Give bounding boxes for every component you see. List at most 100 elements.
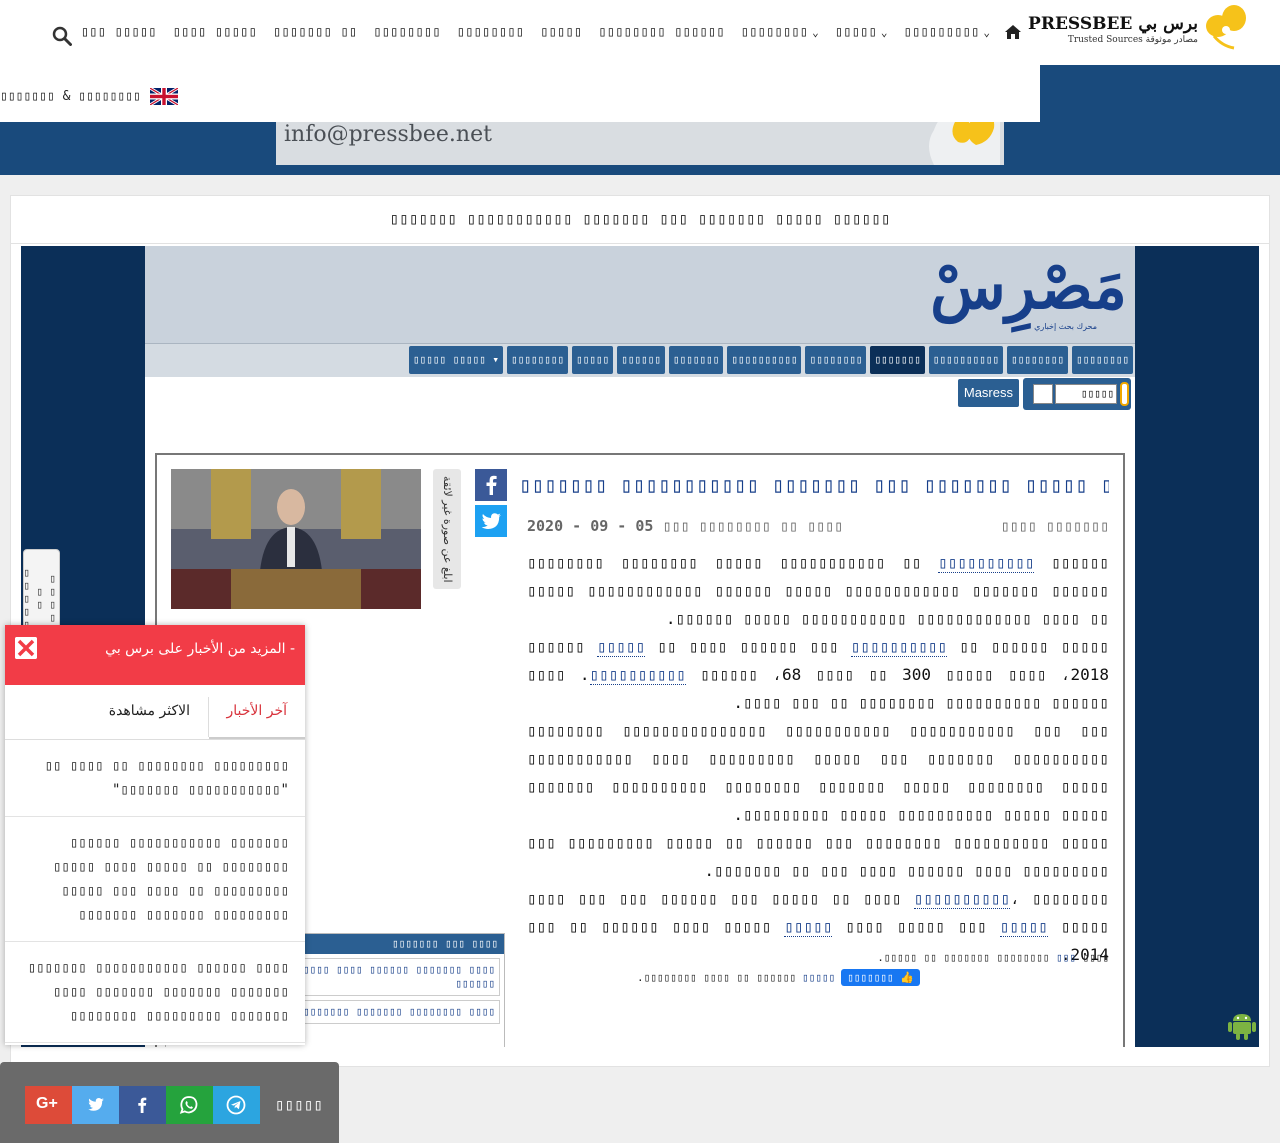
main-nav: ▯▯▯▯▯▯▯▯▯ ⌄ ▯▯▯▯▯ ⌄ ▯▯▯▯▯▯▯▯ ⌄ ▯▯▯▯▯▯▯▯ ▯▯▯…	[73, 24, 998, 40]
facebook-share-button[interactable]	[119, 1086, 166, 1124]
masress-tab[interactable]: ▯▯▯▯▯▯▯▯▯▯	[928, 346, 1004, 374]
credit-link[interactable]: ▯▯▯	[1056, 951, 1076, 964]
article-title: ▯▯▯▯▯▯▯ ▯▯▯▯▯▯▯▯▯▯▯ ▯▯▯▯▯▯▯ ▯▯▯ ▯▯▯▯▯▯▯ …	[519, 473, 1109, 497]
nav-label: ▯▯▯▯▯▯▯▯ ▯▯▯▯▯▯	[598, 24, 725, 40]
article-paragraph: ▯▯▯▯▯▯ ▯▯▯▯▯▯▯▯▯▯ ▯▯ ▯▯▯▯▯▯▯▯▯▯▯ ▯▯▯▯▯ ▯…	[527, 549, 1109, 633]
nav-item-1[interactable]: ▯▯▯▯▯ ⌄	[827, 24, 896, 40]
android-icon[interactable]	[1228, 1010, 1256, 1040]
nav-label: ▯▯▯▯▯	[834, 24, 877, 40]
more-news-header: - المزيد من الأخبار على برس بي	[5, 625, 305, 685]
sub-navbar: ▯▯▯▯▯▯▯ & ▯▯▯▯▯▯▯▯	[0, 65, 1040, 122]
like-label: ▯▯▯▯▯▯▯	[847, 971, 894, 984]
share-bar: ▯▯▯▯▯ G+	[0, 1062, 339, 1143]
masress-logo-sub: محرك بحث إخباري	[1034, 322, 1097, 331]
report-image-button[interactable]: ابلغ عن صورة غير لائقة	[433, 469, 461, 589]
keyword-link[interactable]: ▯▯▯▯▯	[597, 637, 646, 657]
masress-category-nav: ▯▯▯▯▯▯▯▯ ▯▯▯▯▯▯▯▯ ▯▯▯▯▯▯▯▯▯▯ ▯▯▯▯▯▯▯ ▯▯▯…	[145, 343, 1135, 377]
masress-button[interactable]: Masress	[957, 379, 1019, 407]
text: ▯▯▯▯▯▯	[1034, 553, 1109, 572]
telegram-icon	[226, 1095, 246, 1115]
text: ▯▯▯▯▯ ▯▯▯▯▯▯ ▯▯	[947, 637, 1110, 656]
news-list-item[interactable]: ▯▯▯▯▯▯▯ ▯▯▯▯▯▯▯▯▯▯▯ ▯▯▯▯▯▯ ▯▯▯▯▯▯▯▯ ▯▯ ▯…	[5, 817, 305, 942]
nav-item-5[interactable]: ▯▯▯▯▯▯▯▯	[449, 24, 532, 40]
google-plus-share-button[interactable]: G+	[25, 1086, 72, 1124]
news-list-item[interactable]: ▯▯▯▯▯▯▯▯▯ ▯▯▯▯▯▯▯▯ ▯▯ ▯▯▯▯ ▯▯ "▯▯▯▯▯▯▯▯▯…	[5, 740, 305, 817]
text: ▯▯▯ ▯▯▯▯▯▯ ▯▯▯▯ ▯▯	[645, 637, 851, 656]
like-row: 👍 ▯▯▯▯▯▯▯ ▯▯▯▯▯ ▯▯▯▯▯▯ ▯▯ ▯▯▯▯ ▯▯▯▯▯▯▯▯.	[637, 969, 920, 986]
more-news-panel: - المزيد من الأخبار على برس بي آخر الأخب…	[5, 625, 305, 1045]
nav-item-3[interactable]: ▯▯▯▯▯▯▯▯ ▯▯▯▯▯▯	[590, 24, 732, 40]
close-icon[interactable]	[15, 637, 37, 659]
keyword-link[interactable]: ▯▯▯▯▯	[784, 917, 833, 937]
keyword-link[interactable]: ▯▯▯▯▯▯▯▯▯▯	[938, 553, 1035, 573]
brand-tagline: Trusted Sources مصادر موثوقة	[1067, 35, 1198, 45]
keyword-link[interactable]: ▯▯▯▯▯▯▯▯▯▯	[913, 889, 1011, 909]
twitter-share-icon[interactable]	[475, 505, 507, 537]
twitter-share-button[interactable]	[72, 1086, 119, 1124]
whatsapp-icon	[179, 1096, 198, 1114]
telegram-share-button[interactable]	[213, 1086, 260, 1124]
nav-label: ▯▯▯▯▯▯▯▯	[456, 24, 525, 40]
nav-item-2[interactable]: ▯▯▯▯▯▯▯▯ ⌄	[733, 24, 827, 40]
article-paragraph: ▯▯▯▯▯ ▯▯▯▯▯▯▯▯▯▯ ▯▯▯▯▯▯▯▯ ▯▯▯ ▯▯▯▯▯▯ ▯▯ …	[527, 833, 1109, 880]
masress-tab[interactable]: ▯▯▯▯▯▯▯▯	[1072, 346, 1133, 374]
masress-tab[interactable]: ▯▯▯▯▯▯▯▯	[507, 346, 568, 374]
article-date: 2020 - 09 - 05 ▯▯▯ ▯▯▯▯▯▯▯▯ ▯▯ ▯▯▯▯	[527, 517, 844, 535]
search-icon[interactable]	[52, 26, 72, 46]
nav-item-8[interactable]: ▯▯▯▯ ▯▯▯▯▯	[165, 24, 265, 40]
article-credit: ▯▯▯▯ ▯▯▯ ▯▯▯▯▯▯▯▯ ▯▯▯▯▯▯▯ ▯▯ ▯▯▯▯▯.	[877, 951, 1109, 964]
nav-item-6[interactable]: ▯▯▯▯▯▯▯▯	[365, 24, 448, 40]
thumbs-up-icon: 👍	[893, 971, 914, 984]
masress-tab[interactable]: ▯▯▯▯▯▯▯▯	[805, 346, 867, 374]
masress-tab[interactable]: ▯▯▯▯▯▯▯	[668, 346, 724, 374]
nav-label: ▯▯▯▯▯▯▯▯▯	[903, 24, 980, 40]
nav-item-4[interactable]: ▯▯▯▯▯	[532, 24, 590, 40]
search-scope-select[interactable]: ▯▯▯▯▯	[1055, 384, 1117, 404]
tab-most-viewed[interactable]: الاكثر مشاهدة	[109, 703, 190, 719]
like-text: ▯▯▯▯▯▯ ▯▯ ▯▯▯▯ ▯▯▯▯▯▯▯▯.	[637, 971, 796, 984]
masress-tab[interactable]: ▯▯▯▯▯	[571, 346, 614, 374]
text: ▯▯▯▯▯▯▯▯ ،	[1010, 889, 1110, 908]
active-tab-indicator	[209, 737, 305, 739]
brand-name: PRESSBEE برس بي	[1028, 14, 1198, 34]
nav-item-9[interactable]: ▯▯▯ ▯▯▯▯▯	[73, 24, 165, 40]
keyword-link[interactable]: ▯▯▯▯▯▯▯▯▯▯	[850, 637, 948, 657]
twitter-icon	[88, 1098, 104, 1111]
share-label: ▯▯▯▯▯	[274, 1095, 323, 1114]
masress-logo[interactable]: مَصْرِسْ	[930, 250, 1127, 323]
masress-search-row: ▯▯▯▯▯ Masress	[957, 378, 1131, 410]
pressbee-logo[interactable]: PRESSBEE برس بي Trusted Sources مصادر مو…	[1028, 2, 1250, 50]
masress-tab[interactable]: ▯▯▯▯▯▯	[617, 346, 665, 374]
search-input[interactable]	[1120, 382, 1129, 406]
facebook-share-icon[interactable]	[475, 469, 507, 501]
chevron-down-icon: ⌄	[880, 25, 888, 39]
page-title: ▯▯▯▯▯▯▯ ▯▯▯▯▯▯▯▯▯▯▯ ▯▯▯▯▯▯▯ ▯▯▯ ▯▯▯▯▯▯▯ …	[11, 196, 1269, 244]
masress-tab-more[interactable]: ▯▯▯▯▯ ▯▯▯▯▯ ▾	[408, 346, 503, 374]
masress-tab-active[interactable]: ▯▯▯▯▯▯▯	[870, 346, 925, 374]
home-icon[interactable]	[1004, 24, 1022, 40]
nav-item-7[interactable]: ▯▯▯▯▯▯▯ ▯▯	[265, 24, 365, 40]
keyword-link[interactable]: ▯▯▯▯▯▯▯▯▯▯	[589, 665, 686, 685]
keyword-link[interactable]: ▯▯▯▯▯	[999, 917, 1048, 937]
more-news-tabs: آخر الأخبار الاكثر مشاهدة	[5, 685, 305, 740]
chevron-down-icon: ⌄	[983, 25, 990, 39]
nav-label: ▯▯▯▯▯▯▯▯	[740, 24, 809, 40]
chevron-down-icon: ⌄	[812, 25, 819, 39]
search-submit-button[interactable]	[1033, 384, 1053, 404]
masress-tab[interactable]: ▯▯▯▯▯▯▯▯	[1007, 346, 1069, 374]
uk-flag-icon[interactable]	[150, 88, 178, 105]
signup-link[interactable]: ▯▯▯▯▯	[802, 971, 835, 984]
article-paragraph: ▯▯▯ ▯▯▯ ▯▯▯▯▯▯▯▯▯▯▯ ▯▯▯▯▯▯▯▯▯▯▯ ▯▯▯▯▯▯▯▯…	[527, 721, 1109, 824]
more-news-title: - المزيد من الأخبار على برس بي	[105, 641, 295, 657]
facebook-like-button[interactable]: 👍 ▯▯▯▯▯▯▯	[841, 969, 920, 986]
nav-label: ▯▯▯▯ ▯▯▯▯▯	[172, 24, 257, 40]
article-source[interactable]: ▯▯▯▯ ▯▯▯▯▯▯▯	[1001, 517, 1109, 535]
tab-latest-news[interactable]: آخر الأخبار	[227, 703, 288, 719]
nav-item-0[interactable]: ▯▯▯▯▯▯▯▯▯ ⌄	[896, 24, 998, 40]
text: ▯▯▯▯▯▯▯▯ ▯▯▯▯▯▯▯ ▯▯ ▯▯▯▯▯.	[877, 951, 1056, 964]
banner-email: info@pressbee.net	[284, 122, 492, 147]
whatsapp-share-button[interactable]	[166, 1086, 213, 1124]
masress-tab[interactable]: ▯▯▯▯▯▯▯▯▯▯	[727, 346, 802, 374]
news-list-item[interactable]: ▯▯▯▯ ▯▯▯▯▯▯ ▯▯▯▯▯▯▯▯▯▯▯ ▯▯▯▯▯▯▯ ▯▯▯▯▯▯▯ …	[5, 942, 305, 1043]
nav-category-link[interactable]: ▯▯▯▯▯▯▯ & ▯▯▯▯▯▯▯▯	[0, 89, 141, 104]
